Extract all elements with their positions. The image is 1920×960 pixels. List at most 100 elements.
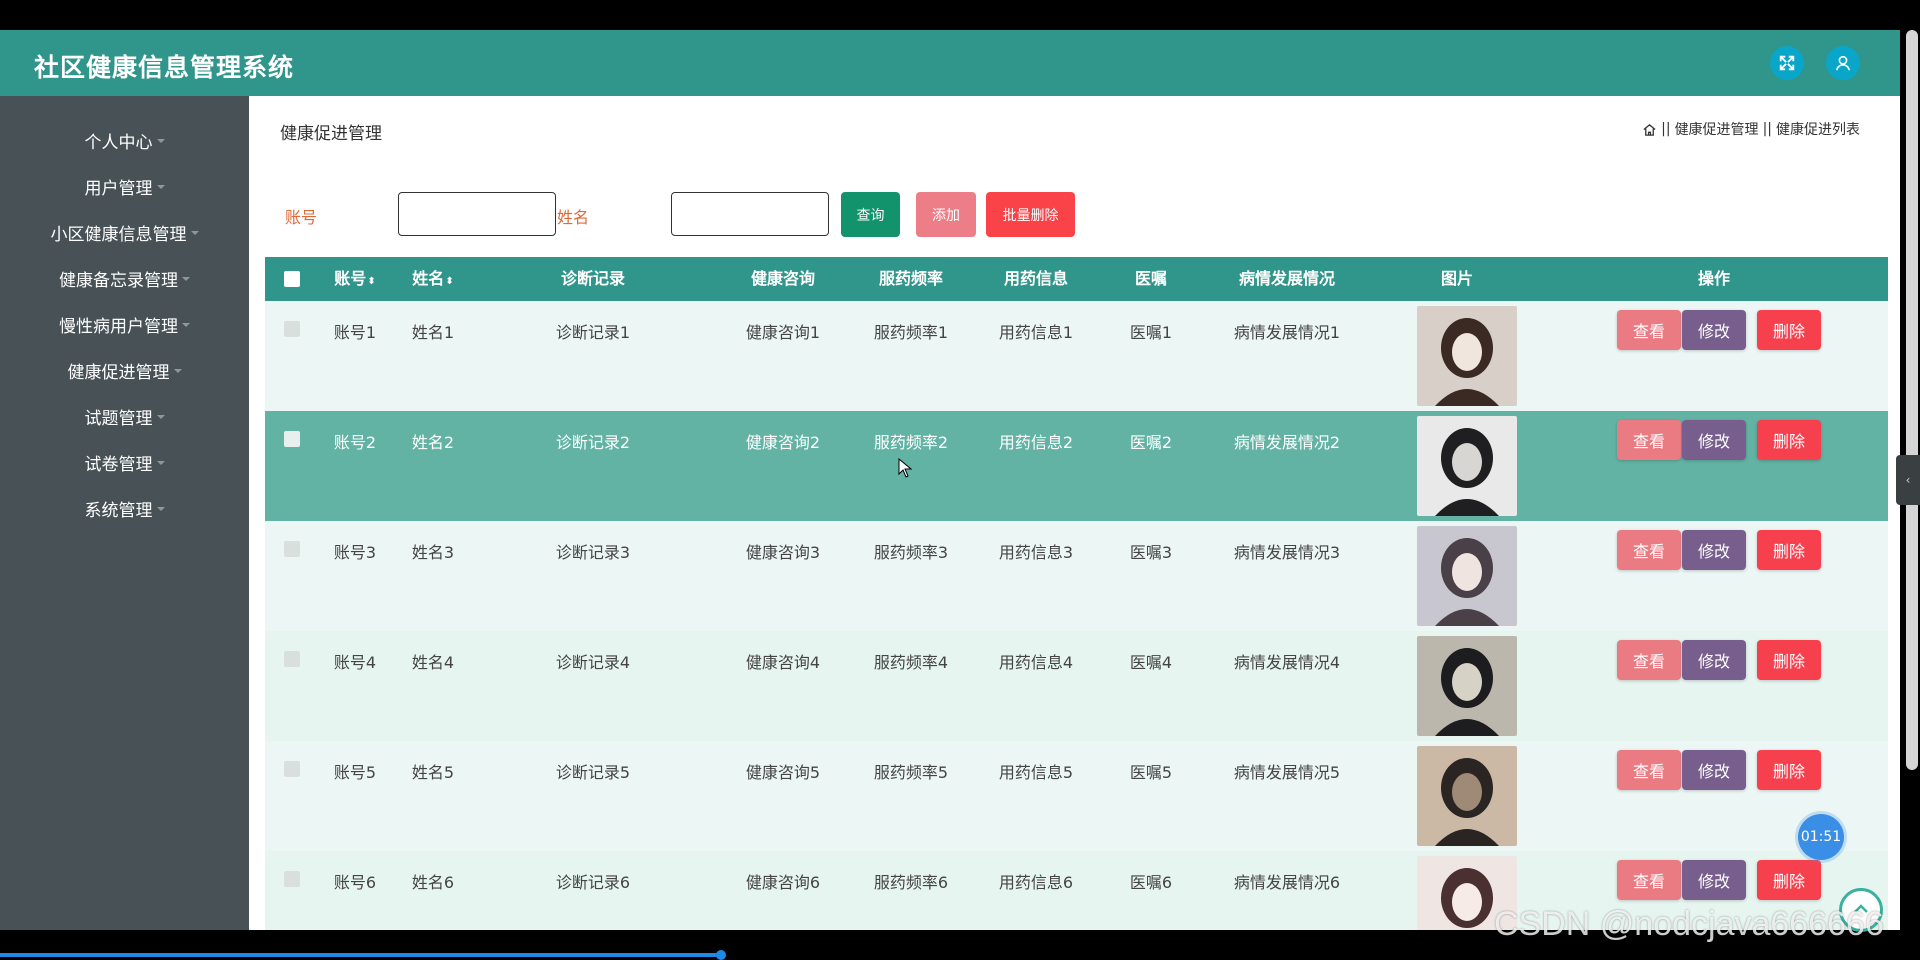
chevron-left-icon: ‹ <box>1905 473 1911 487</box>
delete-button[interactable]: 删除 <box>1757 530 1821 570</box>
cell-account: 账号1 <box>333 323 377 342</box>
cell-name: 姓名2 <box>411 433 455 452</box>
cell-advice: 医嘱2 <box>1129 433 1173 452</box>
row-checkbox[interactable] <box>284 431 300 447</box>
column-header-diagnosis: 诊断记录 <box>560 269 626 288</box>
edit-button[interactable]: 修改 <box>1682 420 1746 460</box>
edit-button[interactable]: 修改 <box>1682 750 1746 790</box>
mouse-cursor-icon <box>898 458 912 478</box>
page-scrollbar[interactable] <box>1906 30 1918 770</box>
row-photo[interactable] <box>1417 306 1517 406</box>
row-photo[interactable] <box>1417 746 1517 846</box>
column-header-account[interactable]: 账号⬍ <box>334 257 375 301</box>
breadcrumb-level2: 健康促进列表 <box>1776 122 1860 138</box>
cell-advice: 医嘱3 <box>1129 543 1173 562</box>
breadcrumb-level1[interactable]: 健康促进管理 <box>1675 119 1759 139</box>
sidebar-item[interactable]: 小区健康信息管理 <box>0 212 249 252</box>
sidebar-item-label: 用户管理 <box>84 178 153 199</box>
breadcrumb-separator: || <box>1762 121 1772 137</box>
table-row[interactable]: 账号1 姓名1 诊断记录1 健康咨询1 服药频率1 用药信息1 医嘱1 病情发展情况1 查看 修改… <box>265 301 1888 411</box>
app-title: 社区健康信息管理系统 <box>34 53 295 82</box>
view-button[interactable]: 查看 <box>1617 310 1681 350</box>
user-menu-button[interactable] <box>1826 46 1860 80</box>
sidebar-item[interactable]: 慢性病用户管理 <box>0 304 249 344</box>
cell-diagnosis: 诊断记录4 <box>555 653 631 672</box>
add-button[interactable]: 添加 <box>916 192 976 237</box>
video-progress-bar[interactable] <box>0 953 720 957</box>
cell-progress: 病情发展情况4 <box>1233 653 1341 672</box>
timer-badge: 01:51 <box>1798 814 1844 860</box>
view-button[interactable]: 查看 <box>1617 420 1681 460</box>
row-checkbox[interactable] <box>284 651 300 667</box>
cell-diagnosis: 诊断记录5 <box>555 763 631 782</box>
row-photo[interactable] <box>1417 636 1517 736</box>
delete-button[interactable]: 删除 <box>1757 310 1821 350</box>
sidebar-item-label: 健康备忘录管理 <box>59 270 178 291</box>
table-row[interactable]: 账号5 姓名5 诊断记录5 健康咨询5 服药频率5 用药信息5 医嘱5 病情发展情况5 查看 修改… <box>265 741 1888 851</box>
table-row[interactable]: 账号3 姓名3 诊断记录3 健康咨询3 服药频率3 用药信息3 医嘱3 病情发展情况3 查看 修改… <box>265 521 1888 631</box>
sidebar-item-label: 试卷管理 <box>84 454 153 475</box>
sidebar-item[interactable]: 健康备忘录管理 <box>0 258 249 298</box>
view-button[interactable]: 查看 <box>1617 530 1681 570</box>
video-progress-handle[interactable] <box>716 950 726 960</box>
fullscreen-button[interactable] <box>1770 46 1804 80</box>
edit-button[interactable]: 修改 <box>1682 310 1746 350</box>
edit-button[interactable]: 修改 <box>1682 530 1746 570</box>
row-checkbox[interactable] <box>284 321 300 337</box>
table-row[interactable]: 账号2 姓名2 诊断记录2 健康咨询2 服药频率2 用药信息2 医嘱2 病情发展情况2 查看 修改… <box>265 411 1888 521</box>
breadcrumb: || 健康促进管理 || 健康促进列表 <box>1642 119 1860 139</box>
cell-progress: 病情发展情况2 <box>1233 433 1341 452</box>
cell-diagnosis: 诊断记录6 <box>555 873 631 892</box>
edit-button[interactable]: 修改 <box>1682 640 1746 680</box>
cell-consult: 健康咨询3 <box>745 543 821 562</box>
name-label: 姓名 <box>557 208 590 227</box>
caret-down-icon <box>156 461 165 465</box>
name-search-input[interactable] <box>671 192 829 236</box>
cell-medication: 用药信息2 <box>998 433 1074 452</box>
delete-button[interactable]: 删除 <box>1757 860 1821 900</box>
batch-delete-button[interactable]: 批量删除 <box>986 192 1075 237</box>
row-photo[interactable] <box>1417 526 1517 626</box>
delete-button[interactable]: 删除 <box>1757 640 1821 680</box>
caret-down-icon <box>182 277 190 281</box>
cell-account: 账号2 <box>333 433 377 452</box>
cell-name: 姓名4 <box>411 653 455 672</box>
table-row[interactable]: 账号4 姓名4 诊断记录4 健康咨询4 服药频率4 用药信息4 医嘱4 病情发展情况4 查看 修改… <box>265 631 1888 741</box>
cell-progress: 病情发展情况1 <box>1233 323 1341 342</box>
sidebar-item[interactable]: 试卷管理 <box>0 442 249 482</box>
cell-account: 账号5 <box>333 763 377 782</box>
caret-down-icon <box>156 415 165 419</box>
cell-account: 账号6 <box>333 873 377 892</box>
breadcrumb-separator: || <box>1661 121 1671 137</box>
cell-frequency: 服药频率3 <box>873 543 949 562</box>
query-button[interactable]: 查询 <box>841 192 900 237</box>
delete-button[interactable]: 删除 <box>1757 420 1821 460</box>
row-checkbox[interactable] <box>284 871 300 887</box>
sidebar-item[interactable]: 用户管理 <box>0 166 249 206</box>
sidebar-item[interactable]: 试题管理 <box>0 396 249 436</box>
account-search-input[interactable] <box>398 192 556 236</box>
row-photo[interactable] <box>1417 416 1517 516</box>
edit-button[interactable]: 修改 <box>1682 860 1746 900</box>
sidebar-item[interactable]: 系统管理 <box>0 488 249 528</box>
cell-medication: 用药信息3 <box>998 543 1074 562</box>
collapse-panel-handle[interactable]: ‹ <box>1896 455 1920 505</box>
cell-consult: 健康咨询5 <box>745 763 821 782</box>
sidebar-item-label: 系统管理 <box>84 500 153 521</box>
column-header-name[interactable]: 姓名⬍ <box>412 257 453 301</box>
cell-account: 账号3 <box>333 543 377 562</box>
cell-progress: 病情发展情况3 <box>1233 543 1341 562</box>
cell-advice: 医嘱6 <box>1129 873 1173 892</box>
delete-button[interactable]: 删除 <box>1757 750 1821 790</box>
select-all-checkbox[interactable] <box>284 271 300 287</box>
sidebar-item[interactable]: 个人中心 <box>0 120 249 160</box>
view-button[interactable]: 查看 <box>1617 640 1681 680</box>
view-button[interactable]: 查看 <box>1617 750 1681 790</box>
sidebar-item[interactable]: 健康促进管理 <box>0 350 249 390</box>
row-checkbox[interactable] <box>284 761 300 777</box>
home-icon[interactable] <box>1642 122 1657 137</box>
view-button[interactable]: 查看 <box>1617 860 1681 900</box>
row-checkbox[interactable] <box>284 541 300 557</box>
cell-name: 姓名1 <box>411 323 455 342</box>
cell-frequency: 服药频率1 <box>873 323 949 342</box>
